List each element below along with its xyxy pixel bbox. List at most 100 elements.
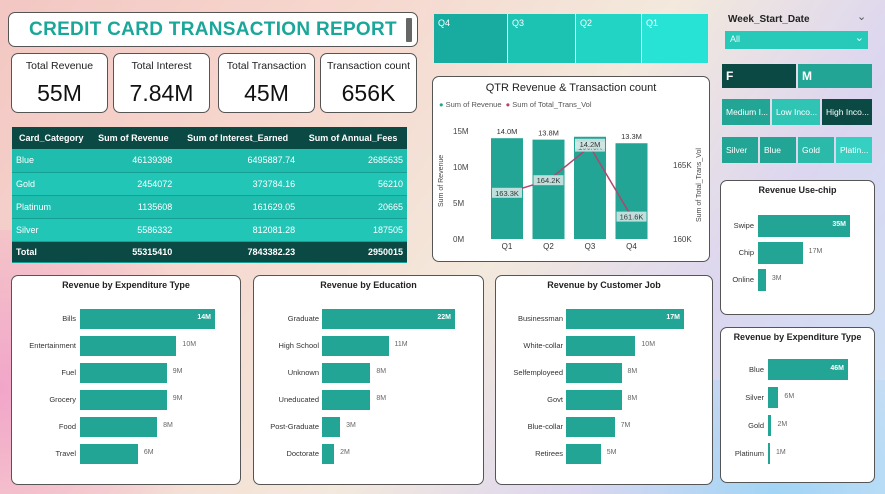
bar[interactable] [566,363,622,383]
card-option-platinum[interactable]: Platin... [836,137,872,163]
quarter-option-q1[interactable]: Q1 [642,14,708,63]
table-cell: 2454072 [90,172,177,196]
income-option-medium[interactable]: Medium I... [722,99,770,125]
bar[interactable] [768,415,772,436]
y-tick-label: 10M [453,163,469,172]
bar[interactable] [322,417,341,437]
bar[interactable] [758,242,803,264]
bar[interactable] [322,390,371,410]
revenue-label: 13.8M [538,129,559,138]
bar-value-label: 2M [340,449,350,456]
bar[interactable] [80,390,167,410]
table-total-row: Total 55315410 7843382.23 2950015 [12,241,407,263]
table-cell: 373784.16 [176,172,300,196]
bar[interactable] [566,444,601,464]
table-row[interactable]: Silver 5586332 812081.28 187505 [12,218,407,242]
kpi-value: 7.84M [129,80,194,106]
income-label: Low Inco... [776,107,818,117]
bar[interactable] [80,417,158,437]
table-cell: 55315410 [90,241,177,263]
bar[interactable] [322,444,335,464]
bar-value-label: 10M [182,341,197,348]
x-tick-label: Q1 [502,242,513,251]
bar-value-label: 1M [776,448,786,456]
card-option-silver[interactable]: Silver [722,137,758,163]
bar-value-label: 8M [163,422,173,429]
table-row[interactable]: Blue 46139398 6495887.74 2685635 [12,149,407,173]
bar-category-label: Doctorate [286,449,319,458]
kpi-value: 45M [244,80,289,106]
bar[interactable] [566,417,615,437]
bar-category-label: Post-Graduate [270,422,319,431]
kpi-label: Total Interest [131,60,192,72]
quarter-option-q3[interactable]: Q3 [508,14,576,63]
bar-category-label: Fuel [61,368,76,377]
card-label: Blue [764,145,782,155]
bar[interactable] [566,390,622,410]
table-row[interactable]: Gold 2454072 373784.16 56210 [12,172,407,196]
bar[interactable] [80,336,177,356]
report-title-card: CREDIT CARD TRANSACTION REPORT [8,12,418,47]
table-cell: 46139398 [90,149,177,173]
table-cell: 1135608 [90,195,177,219]
bar-value-label: 9M [172,395,183,402]
card-option-blue[interactable]: Blue [760,137,796,163]
card-option-gold[interactable]: Gold [798,137,834,163]
bar-category-label: Businessman [517,314,563,323]
bar-value-label: 3M [771,275,782,282]
revenue-bar[interactable] [532,139,565,239]
income-option-low[interactable]: Low Inco... [772,99,820,125]
quarter-label: Q1 [646,18,659,28]
gender-label: M [802,69,812,83]
card-label: Gold [802,145,820,155]
scrollbar-thumb[interactable] [406,18,412,42]
table-row[interactable]: Platinum 1135608 161629.05 20665 [12,195,407,219]
y-tick-label: 0M [453,235,464,244]
bar-category-label: Selfemployeed [513,368,563,377]
bar-category-label: Chip [738,248,754,257]
bar[interactable] [758,269,766,291]
chevron-down-icon[interactable]: ⌄ [857,10,866,23]
bar[interactable] [768,443,770,464]
table-cell: Platinum [12,195,91,219]
revenue-bar[interactable] [615,143,648,239]
bar[interactable] [80,363,167,383]
kpi-value: 55M [37,80,82,106]
column-header[interactable]: Sum of Interest_Earned [176,127,300,149]
bar-category-label: Blue-collar [527,422,563,431]
income-option-high[interactable]: High Inco... [822,99,872,125]
bar-value-label: 6M [784,392,795,400]
revenue-label: 14.0M [497,127,518,136]
bar-value-label: 17M [808,248,823,255]
y2-tick-label: 160K [673,235,692,244]
gender-option-f[interactable]: F [722,64,796,88]
gender-option-m[interactable]: M [798,64,872,88]
bar-category-label: Retirees [535,449,563,458]
bar[interactable] [322,363,371,383]
bar[interactable] [80,444,138,464]
qtr-chart-svg: Sum of Revenue Sum of Total_Trans_Vol 15… [438,127,703,251]
chevron-down-icon: ⌄ [854,32,864,44]
quarter-option-q2[interactable]: Q2 [576,14,642,63]
quarter-option-q4[interactable]: Q4 [434,14,508,63]
bar-category-label: Food [58,422,76,431]
card-category-table: Card_Category Sum of Revenue Sum of Inte… [12,127,407,263]
bar-category-label: Swipe [733,221,754,230]
panel-title: Revenue by Customer Job [547,280,661,290]
column-header[interactable]: Sum of Revenue [90,127,177,149]
y-axis-label-left: Sum of Revenue [438,155,445,207]
column-header[interactable]: Card_Category [12,127,91,149]
bar-category-label: Silver [745,392,764,402]
x-tick-label: Q4 [626,242,637,251]
bar[interactable] [322,336,389,356]
bar[interactable] [566,336,636,356]
card-expenditure-panel: Revenue by Expenditure Type Blue 46M Silve… [720,327,875,483]
revenue-bar[interactable] [574,136,606,239]
kpi-total-transaction: Total Transaction 45M [218,53,315,113]
panel-title: Revenue by Education [320,280,417,290]
week-slicer-dropdown[interactable]: All ⌄ [725,31,868,49]
use-chip-panel: Revenue Use-chip Swipe 35M Chip 17M Online 3M [720,180,875,315]
bar-category-label: Govt [547,395,563,404]
column-header[interactable]: Sum of Annual_Fees [299,127,407,149]
bar[interactable] [768,387,779,408]
